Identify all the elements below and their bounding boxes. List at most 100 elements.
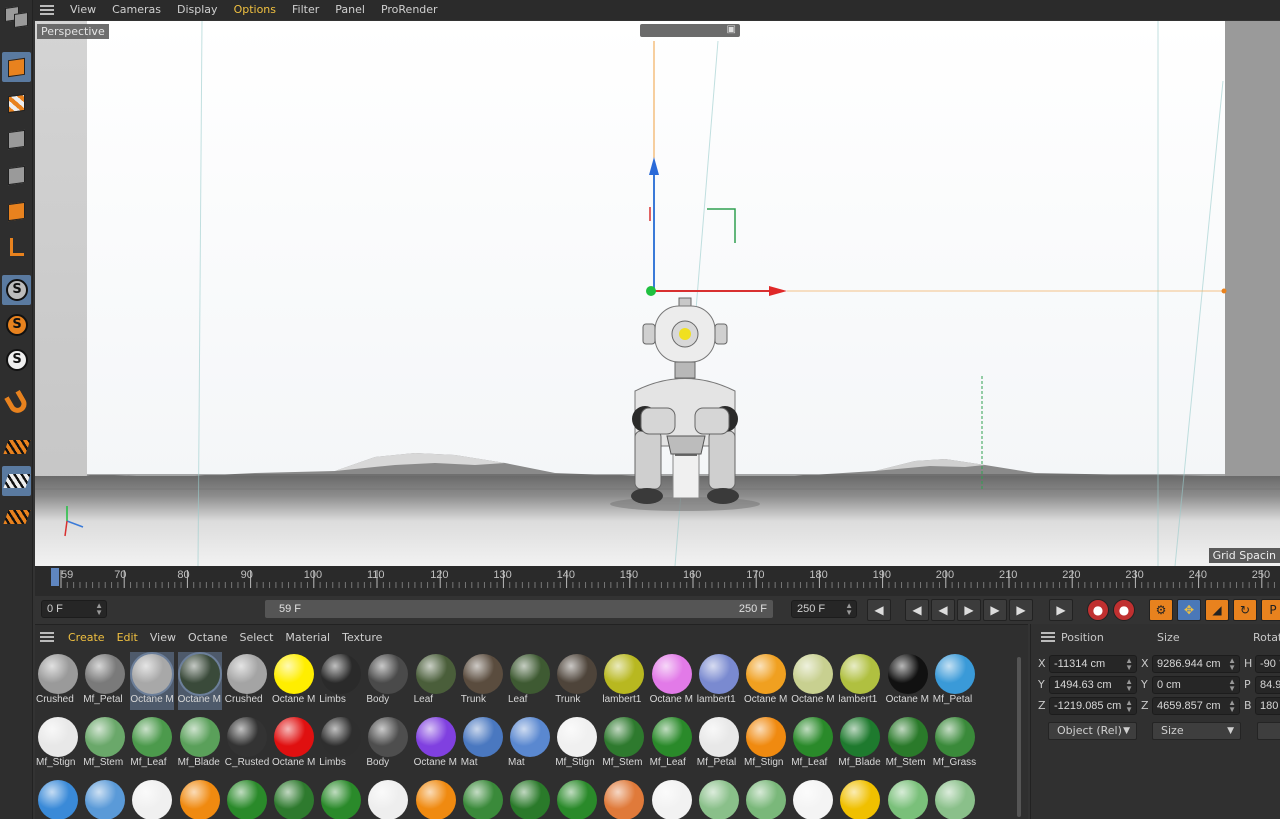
- record-position-icon[interactable]: ✥: [1177, 599, 1201, 621]
- menu-material[interactable]: Material: [279, 631, 336, 644]
- material-swatch[interactable]: Crushed: [225, 652, 269, 710]
- material-swatch[interactable]: Octane M: [886, 652, 930, 710]
- material-swatch[interactable]: [933, 778, 977, 819]
- solo-single-icon[interactable]: S: [2, 310, 31, 340]
- material-swatch[interactable]: [83, 778, 127, 819]
- points-mode-icon[interactable]: [2, 124, 31, 154]
- rotation-field[interactable]: -90 °: [1255, 655, 1280, 673]
- material-swatch[interactable]: [178, 778, 222, 819]
- material-swatch[interactable]: Octane M: [130, 652, 175, 710]
- material-swatch[interactable]: lambert1: [838, 652, 882, 710]
- material-swatch[interactable]: Trunk: [555, 652, 599, 710]
- material-swatch[interactable]: lambert1: [602, 652, 646, 710]
- menu-octane[interactable]: Octane: [182, 631, 234, 644]
- material-swatch[interactable]: [414, 778, 458, 819]
- material-swatch[interactable]: [461, 778, 505, 819]
- record-scale-icon[interactable]: ◢: [1205, 599, 1229, 621]
- material-swatch[interactable]: Mf_Petal: [933, 652, 977, 710]
- spinner-icon[interactable]: ▲ ▼: [845, 602, 853, 617]
- material-swatch[interactable]: Mf_Grass: [933, 715, 977, 773]
- locked-workplane-icon[interactable]: [2, 466, 31, 496]
- material-swatch[interactable]: Body: [366, 652, 410, 710]
- model-mode-icon[interactable]: [2, 52, 31, 82]
- material-swatch[interactable]: Mf_Stem: [83, 715, 127, 773]
- edges-mode-icon[interactable]: [2, 160, 31, 190]
- spinner-icon[interactable]: ▲ ▼: [1228, 699, 1236, 714]
- material-swatch[interactable]: Mf_Leaf: [791, 715, 835, 773]
- size-field[interactable]: 0 cm ▲ ▼: [1152, 676, 1240, 694]
- spinner-icon[interactable]: ▲ ▼: [1125, 678, 1133, 693]
- robot-model[interactable]: [595, 296, 775, 511]
- menu-options[interactable]: Options: [226, 0, 284, 20]
- menu-display[interactable]: Display: [169, 0, 226, 20]
- material-swatch[interactable]: Octane M: [650, 652, 694, 710]
- autokey-icon[interactable]: ●: [1113, 599, 1135, 621]
- material-swatch[interactable]: [130, 778, 174, 819]
- material-swatch[interactable]: [744, 778, 788, 819]
- material-swatch[interactable]: [225, 778, 269, 819]
- material-swatch[interactable]: [272, 778, 316, 819]
- material-scrollbar[interactable]: [1017, 657, 1021, 817]
- position-field[interactable]: -1219.085 cm ▲ ▼: [1049, 697, 1137, 715]
- viewport-camera-label[interactable]: Perspective: [37, 24, 109, 39]
- workplane-icon[interactable]: [2, 432, 31, 462]
- coordinate-mode-dropdown[interactable]: Object (Rel) ▼: [1048, 722, 1137, 740]
- next-frame-icon[interactable]: ▶: [983, 599, 1007, 621]
- camera-name-badge[interactable]: ▣: [640, 24, 740, 37]
- material-swatch[interactable]: Mf_Stem: [602, 715, 646, 773]
- material-swatch[interactable]: [555, 778, 599, 819]
- material-swatch[interactable]: Crushed: [36, 652, 80, 710]
- snap-magnet-icon[interactable]: [2, 388, 31, 418]
- solo-off-icon[interactable]: S: [2, 275, 31, 305]
- material-swatch[interactable]: [602, 778, 646, 819]
- position-field[interactable]: -11314 cm ▲ ▼: [1049, 655, 1137, 673]
- material-swatch[interactable]: Body: [366, 715, 410, 773]
- next-key-icon[interactable]: ▶: [1009, 599, 1033, 621]
- material-swatch[interactable]: Mf_Leaf: [130, 715, 174, 773]
- material-swatch[interactable]: C_Rusted: [225, 715, 269, 773]
- material-swatch[interactable]: Mat: [508, 715, 552, 773]
- material-swatch[interactable]: Limbs: [319, 652, 363, 710]
- material-swatch[interactable]: Mf_Stign: [744, 715, 788, 773]
- position-field[interactable]: 1494.63 cm ▲ ▼: [1049, 676, 1137, 694]
- material-swatch[interactable]: [650, 778, 694, 819]
- menu-edit[interactable]: Edit: [111, 631, 144, 644]
- menu-prorender[interactable]: ProRender: [373, 0, 446, 20]
- perspective-viewport[interactable]: Perspective ▣ Grid Spacin: [35, 21, 1280, 566]
- preview-range-slider[interactable]: 59 F 250 F: [265, 600, 773, 618]
- axis-mode-icon[interactable]: [2, 232, 31, 262]
- record-key-icon[interactable]: ●: [1087, 599, 1109, 621]
- material-swatch[interactable]: Mf_Stign: [36, 715, 80, 773]
- previous-key-icon[interactable]: ◀: [905, 599, 929, 621]
- spinner-icon[interactable]: ▲ ▼: [1125, 657, 1133, 672]
- timeline-playhead[interactable]: [51, 568, 59, 586]
- material-swatch[interactable]: Octane M: [272, 652, 316, 710]
- go-to-end-icon[interactable]: ▶: [1049, 599, 1073, 621]
- menu-cameras[interactable]: Cameras: [104, 0, 169, 20]
- menu-texture[interactable]: Texture: [336, 631, 388, 644]
- hamburger-menu-icon[interactable]: [1041, 632, 1055, 642]
- material-swatch[interactable]: [838, 778, 882, 819]
- material-swatch[interactable]: [36, 778, 80, 819]
- end-frame-field[interactable]: 250 F ▲ ▼: [791, 600, 857, 618]
- menu-select[interactable]: Select: [233, 631, 279, 644]
- material-swatch[interactable]: Mf_Blade: [838, 715, 882, 773]
- size-mode-dropdown[interactable]: Size ▼: [1152, 722, 1241, 740]
- material-swatch[interactable]: lambert1: [697, 652, 741, 710]
- material-swatch[interactable]: Octane M: [791, 652, 835, 710]
- size-field[interactable]: 9286.944 cm ▲ ▼: [1152, 655, 1240, 673]
- play-icon[interactable]: ▶: [957, 599, 981, 621]
- spinner-icon[interactable]: ▲ ▼: [1228, 678, 1236, 693]
- record-parameter-icon[interactable]: P: [1261, 599, 1280, 621]
- material-swatch[interactable]: Mf_Petal: [697, 715, 741, 773]
- spinner-icon[interactable]: ▲ ▼: [95, 602, 103, 617]
- material-swatch[interactable]: [366, 778, 410, 819]
- rotation-mode-dropdown[interactable]: [1257, 722, 1280, 740]
- go-to-start-icon[interactable]: ◀: [867, 599, 891, 621]
- material-swatch[interactable]: Octane M: [272, 715, 316, 773]
- material-swatch[interactable]: [697, 778, 741, 819]
- start-frame-field[interactable]: 0 F ▲ ▼: [41, 600, 107, 618]
- menu-view[interactable]: View: [62, 0, 104, 20]
- menu-filter[interactable]: Filter: [284, 0, 327, 20]
- menu-panel[interactable]: Panel: [327, 0, 373, 20]
